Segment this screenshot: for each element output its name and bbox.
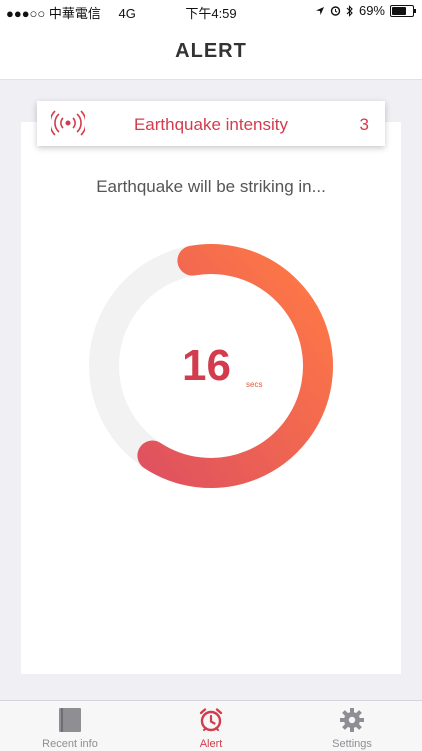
tab-settings[interactable]: Settings: [282, 701, 422, 751]
tab-alert[interactable]: Alert: [141, 701, 281, 751]
tab-label-alert: Alert: [199, 738, 223, 750]
intensity-banner: Earthquake intensity 3: [37, 101, 385, 146]
alarm-status-icon: [330, 6, 341, 16]
countdown-seconds: 16: [182, 341, 231, 390]
tab-label-settings: Settings: [332, 738, 372, 750]
intensity-label: Earthquake intensity: [133, 115, 289, 134]
battery-percent: 69%: [358, 3, 385, 18]
book-icon: [59, 708, 81, 732]
battery-icon: [390, 4, 416, 17]
tab-recent-info[interactable]: Recent info: [0, 701, 140, 751]
status-bar: ●●●○○ 中華電信 4G 下午4:59 69%: [0, 0, 422, 22]
countdown-ring-progress: [137, 244, 333, 488]
countdown-prompt: Earthquake will be striking in...: [96, 177, 326, 196]
gear-icon: [340, 708, 364, 732]
intensity-value: 3: [359, 115, 369, 134]
page-title: ALERT: [175, 40, 247, 62]
tab-label-recent-info: Recent info: [42, 738, 98, 750]
battery-level-fill: [392, 6, 406, 15]
countdown-unit: secs: [246, 380, 263, 389]
location-arrow-icon: [315, 6, 324, 15]
alarm-clock-icon: [199, 708, 223, 732]
tab-bar: Recent info Alert Settings: [0, 700, 422, 751]
navigation-bar: ALERT: [0, 22, 422, 80]
bluetooth-icon: [346, 4, 353, 17]
